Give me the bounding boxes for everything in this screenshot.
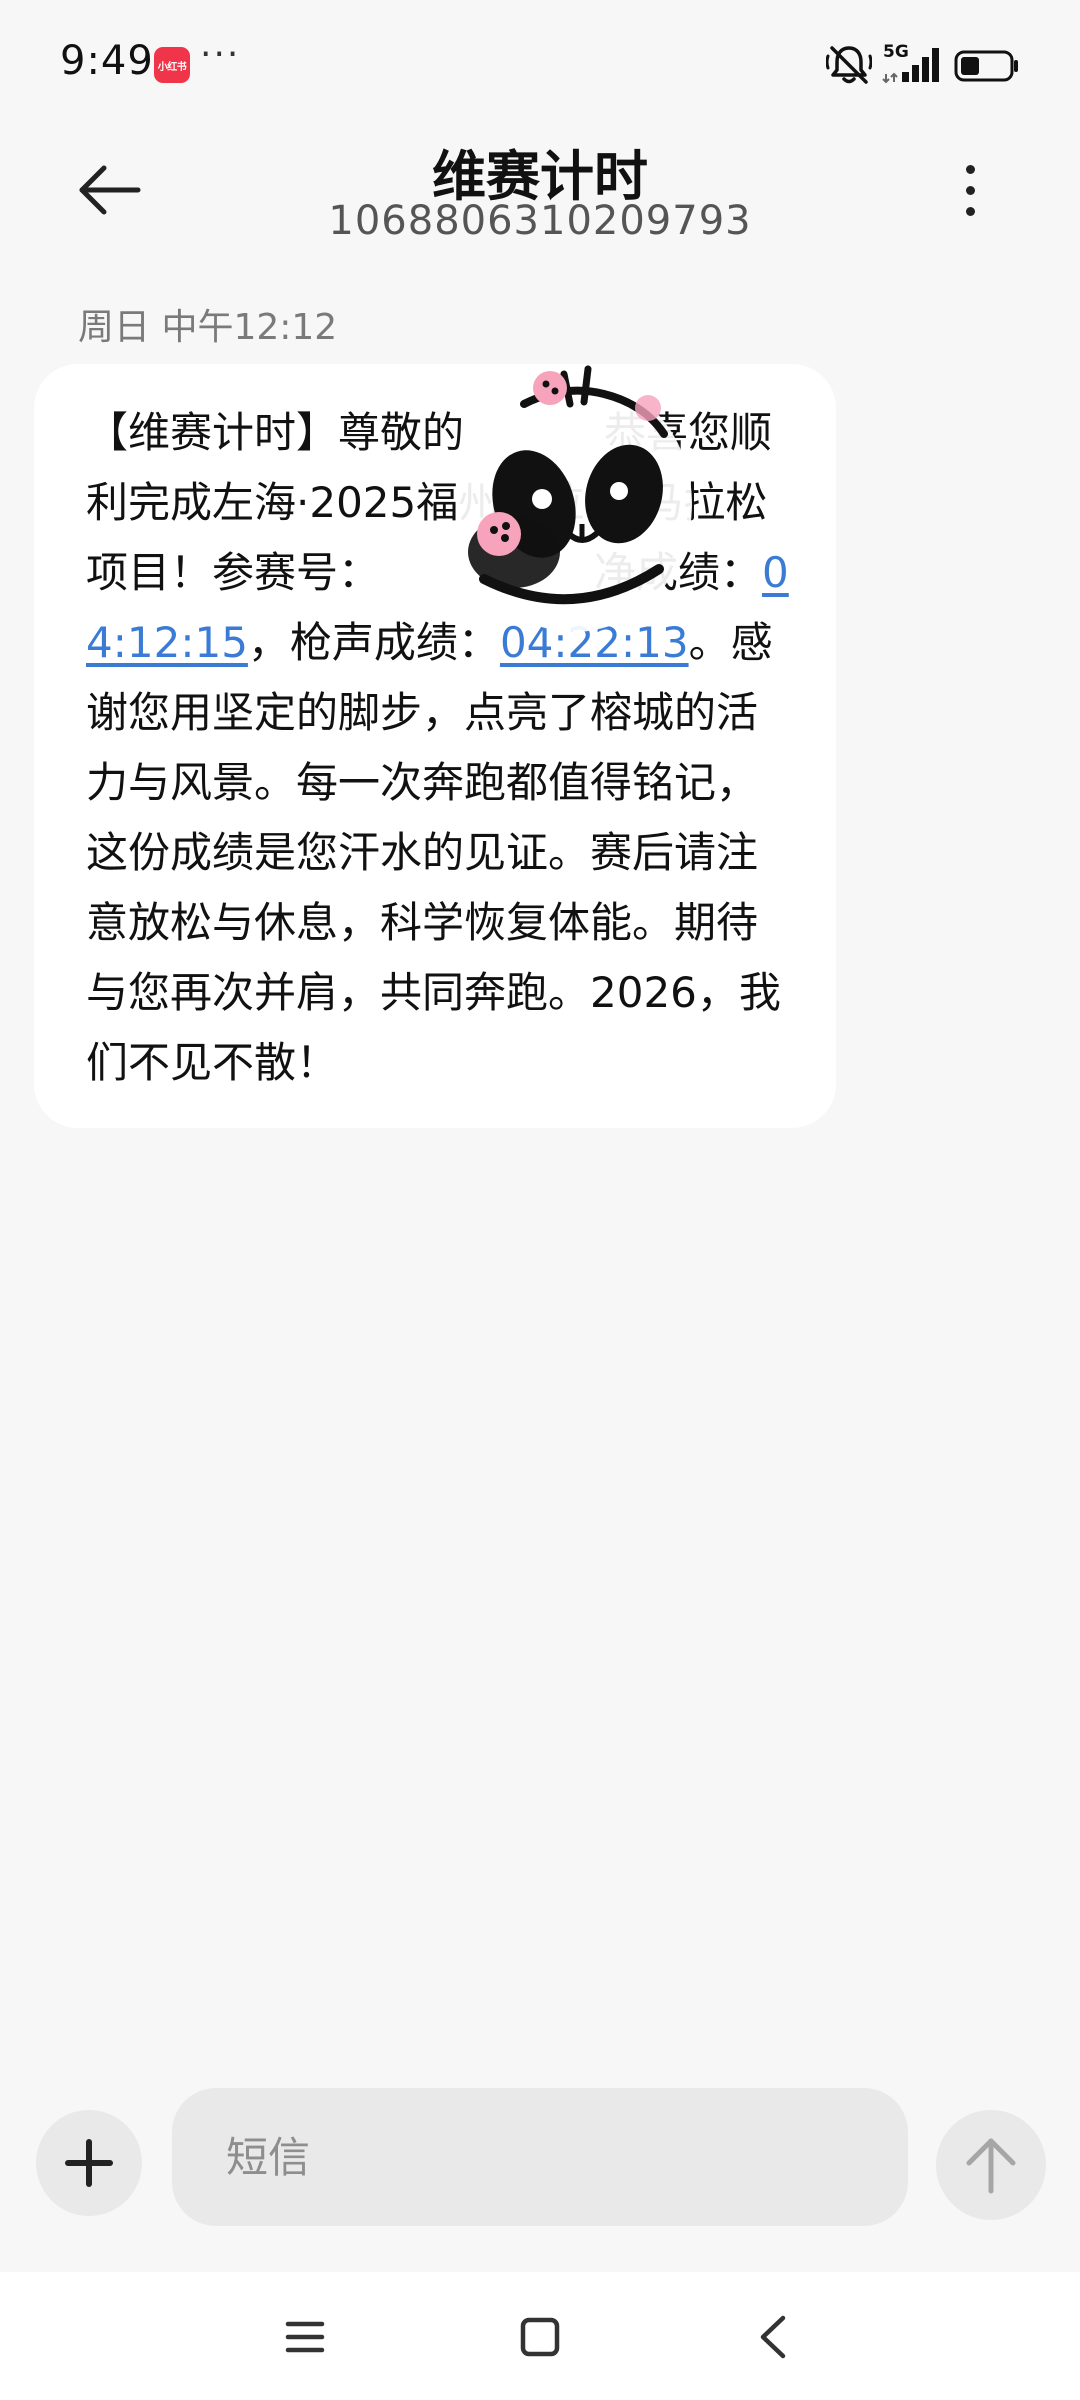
home-button[interactable] [505, 2302, 575, 2372]
menu-icon [285, 2321, 325, 2353]
conversation-header: 维赛计时 1068806310209793 [0, 130, 1080, 280]
send-arrow-icon [966, 2138, 1016, 2194]
message-segment: 。感谢您用坚定的脚步，点亮了榕城的活力与风景。每一次奔跑都值得铭记，这份成绩是您… [86, 618, 781, 1087]
battery-icon [954, 50, 1018, 82]
gun-time-link[interactable]: 04:22:13 [500, 618, 689, 667]
signal-icon [882, 48, 939, 84]
message-segment: 净成绩： [594, 548, 763, 597]
more-options-button[interactable] [930, 150, 1010, 230]
sms-input[interactable] [172, 2088, 908, 2226]
messaging-screen: 9:49 小红书 ··· 5G 维赛计时 1068806310209793 周日… [0, 0, 1080, 2400]
add-attachment-button[interactable] [36, 2110, 142, 2216]
message-timestamp: 周日 中午12:12 [78, 307, 338, 348]
home-icon [520, 2317, 560, 2357]
xiaohongshu-app-icon: 小红书 [154, 47, 190, 83]
message-text: 【维赛计时】尊敬的 恭喜您顺利完成左海·2025福州马拉松-马拉松项目！参赛号：净… [86, 398, 792, 1098]
mute-icon [826, 46, 872, 84]
send-button[interactable] [936, 2110, 1046, 2220]
sender-number: 1068806310209793 [328, 198, 752, 244]
plus-icon [65, 2139, 113, 2187]
status-time: 9:49 [60, 38, 154, 84]
message-segment: 【维赛计时】尊敬的 [86, 408, 465, 457]
message-segment: ，枪声成绩： [247, 618, 500, 667]
system-back-button[interactable] [738, 2302, 808, 2372]
system-navigation-bar [0, 2272, 1080, 2400]
recent-apps-button[interactable] [270, 2302, 340, 2372]
status-bar: 9:49 小红书 ··· 5G [0, 0, 1080, 130]
more-notifications-icon: ··· [200, 34, 241, 75]
message-bubble[interactable]: 【维赛计时】尊敬的 恭喜您顺利完成左海·2025福州马拉松-马拉松项目！参赛号：净… [34, 364, 836, 1128]
more-vertical-icon [965, 164, 975, 174]
composer-bar [0, 2080, 1080, 2240]
back-icon [760, 2315, 786, 2359]
